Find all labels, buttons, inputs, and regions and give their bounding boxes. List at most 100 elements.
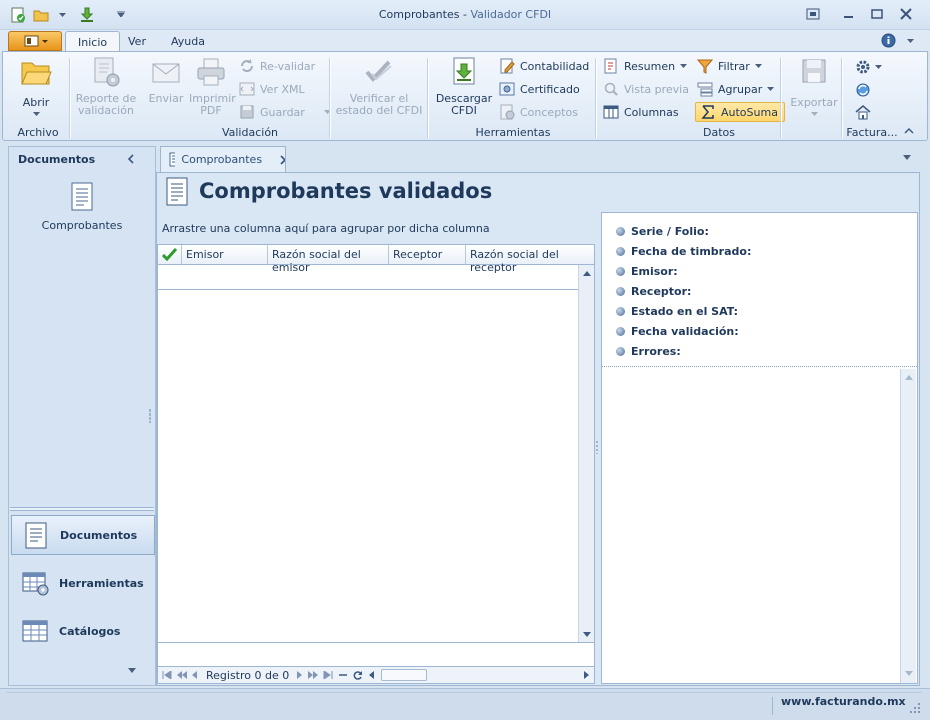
previous-record-icon[interactable] [192, 671, 198, 679]
scroll-up-icon[interactable] [901, 372, 917, 384]
agrupar-button[interactable]: Agrupar [697, 79, 785, 99]
nav-catalogos[interactable]: Catálogos [11, 611, 155, 651]
collapse-ribbon-icon[interactable] [904, 127, 914, 134]
group-label-validacion: Validación [221, 126, 279, 139]
abrir-button[interactable]: Abrir [11, 56, 61, 116]
close-tab-icon[interactable] [280, 154, 285, 165]
scroll-up-icon[interactable] [579, 268, 595, 280]
exportar-button[interactable]: Exportar [785, 56, 843, 116]
chevron-down-icon [767, 87, 775, 91]
scroll-down-icon[interactable] [579, 628, 595, 640]
contabilidad-button[interactable]: Contabilidad [499, 56, 589, 76]
detail-label: Receptor: [631, 284, 692, 298]
application-menu-button[interactable] [8, 31, 62, 51]
results-grid[interactable]: Emisor Razón social del emisor Receptor … [157, 244, 595, 684]
columns-icon [603, 105, 619, 119]
detail-vertical-scrollbar[interactable] [900, 369, 916, 683]
website-link[interactable]: www.facturando.mx [781, 695, 906, 708]
chevron-down-icon [810, 112, 818, 116]
imprimir-pdf-button[interactable]: Imprimir PDF [189, 56, 236, 117]
autosuma-button[interactable]: AutoSuma [695, 102, 785, 122]
nav-herramientas[interactable]: Herramientas [11, 563, 155, 603]
scroll-left-icon[interactable] [368, 671, 376, 679]
summary-icon [604, 58, 617, 74]
save-icon [240, 105, 254, 119]
nav-splitter[interactable] [10, 507, 154, 511]
column-header-razon-receptor[interactable]: Razón social del receptor [466, 245, 594, 274]
list-gear-icon [500, 104, 515, 120]
column-header-status[interactable] [158, 245, 182, 265]
record-count: Registro 0 de 0 [206, 668, 290, 682]
tab-ver[interactable]: Ver [116, 31, 158, 52]
filtrar-button[interactable]: Filtrar [697, 56, 785, 76]
column-header-receptor[interactable]: Receptor [389, 245, 466, 265]
column-header-razon-emisor[interactable]: Razón social del emisor [268, 245, 389, 274]
update-button[interactable] [855, 82, 871, 98]
table-gear-icon [22, 572, 49, 596]
collapse-panel-icon[interactable] [127, 154, 135, 164]
group-by-hint[interactable]: Arrastre una columna aquí para agrupar p… [162, 222, 490, 235]
resumen-button[interactable]: Resumen [603, 56, 689, 76]
reporte-label: Reporte de validación [75, 92, 137, 117]
document-tab-label: Comprobantes [181, 153, 263, 166]
tab-ayuda[interactable]: Ayuda [159, 31, 217, 52]
columnas-button[interactable]: Columnas [603, 102, 689, 122]
resize-grip-icon[interactable] [910, 703, 922, 715]
horizontal-scroll-thumb[interactable] [381, 669, 428, 681]
ver-xml-button[interactable]: Ver XML [239, 79, 331, 99]
verificar-estado-button[interactable]: Verificar el estado del CFDI [335, 56, 423, 117]
vista-previa-label: Vista previa [624, 82, 689, 96]
conceptos-button[interactable]: Conceptos [499, 102, 589, 122]
certificado-button[interactable]: Certificado [499, 79, 589, 99]
delete-record-icon[interactable] [338, 671, 348, 679]
abrir-label: Abrir [22, 96, 50, 109]
window-app-name: Validador CFDI [470, 8, 552, 21]
autosuma-label: AutoSuma [721, 105, 778, 119]
grid-detail-splitter[interactable] [596, 440, 599, 454]
chevron-down-icon [32, 112, 40, 116]
nav-herramientas-label: Herramientas [59, 576, 144, 590]
window-title: Comprobantes [378, 8, 460, 21]
document-icon [71, 182, 93, 211]
scroll-right-icon[interactable] [582, 671, 590, 679]
descargar-cfdi-button[interactable]: Descargar CFDI [435, 56, 493, 117]
nav-options-icon[interactable] [128, 668, 136, 673]
grid-vertical-scrollbar[interactable] [578, 265, 594, 642]
enviar-button[interactable]: Enviar [145, 56, 187, 105]
group-label-herramientas: Herramientas [475, 126, 551, 139]
previous-page-icon[interactable] [177, 671, 187, 679]
guardar-button[interactable]: Guardar [239, 102, 331, 122]
maximize-icon[interactable] [871, 8, 883, 20]
minimize-icon[interactable] [843, 8, 855, 20]
scroll-down-icon[interactable] [901, 667, 917, 679]
nav-documentos[interactable]: Documentos [11, 515, 155, 555]
last-record-icon[interactable] [323, 671, 333, 679]
help-icon[interactable] [881, 33, 896, 48]
comprobantes-item[interactable]: Comprobantes [9, 181, 155, 232]
tab-inicio[interactable]: Inicio [65, 31, 121, 52]
vista-previa-button[interactable]: Vista previa [603, 79, 689, 99]
close-icon[interactable] [900, 8, 912, 20]
revalidar-button[interactable]: Re-validar [239, 56, 331, 76]
first-record-icon[interactable] [162, 671, 172, 679]
refresh-records-icon[interactable] [353, 670, 363, 680]
tabs-dropdown-icon[interactable] [903, 155, 911, 160]
filter-row[interactable] [158, 265, 578, 290]
help-dropdown-icon[interactable] [907, 39, 914, 43]
next-record-icon[interactable] [297, 671, 303, 679]
contabilidad-label: Contabilidad [520, 59, 590, 73]
title-separator: - [459, 8, 471, 21]
layout-icon[interactable] [806, 8, 820, 20]
home-button[interactable] [855, 104, 871, 120]
column-header-emisor[interactable]: Emisor [182, 245, 268, 265]
document-tab-comprobantes[interactable]: Comprobantes [160, 146, 286, 172]
detail-label: Serie / Folio: [631, 224, 709, 238]
sigma-icon [701, 105, 714, 119]
conceptos-label: Conceptos [520, 105, 578, 119]
left-splitter-grip[interactable] [149, 408, 152, 422]
reporte-validacion-button[interactable]: Reporte de validación [73, 56, 139, 117]
detail-estado-sat: Estado en el SAT: [616, 303, 738, 319]
settings-button[interactable] [855, 59, 882, 75]
group-label-datos: Datos [703, 126, 735, 139]
next-page-icon[interactable] [308, 671, 319, 679]
